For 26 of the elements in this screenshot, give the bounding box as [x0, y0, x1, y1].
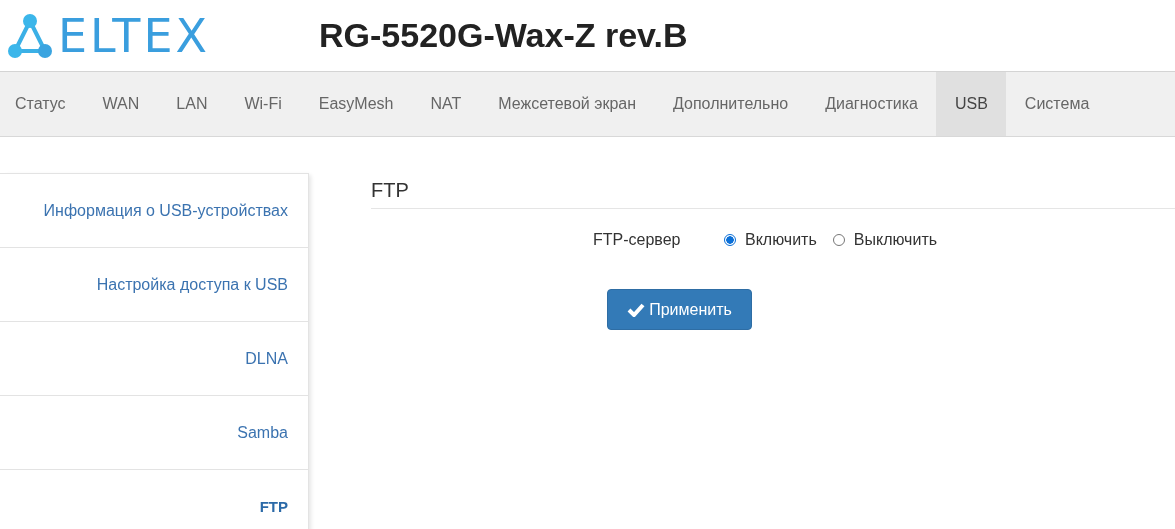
device-title: RG-5520G-Wax-Z rev.B — [319, 16, 688, 55]
nav-tab[interactable]: Межсетевой экран — [479, 72, 655, 136]
nav-tab[interactable]: NAT — [411, 72, 480, 136]
section-title: FTP — [371, 179, 1175, 209]
sidebar-link[interactable]: Samba — [237, 423, 288, 442]
logo-icon — [6, 12, 54, 59]
nav-tab[interactable]: Статус — [0, 72, 85, 136]
field-label: FTP-сервер — [593, 231, 682, 249]
radio-label: Включить — [745, 231, 817, 249]
radio-label: Выключить — [853, 231, 938, 249]
nav-tab[interactable]: Диагностика — [806, 72, 937, 136]
nav-tab[interactable]: Wi-Fi — [225, 72, 301, 136]
nav-tab[interactable]: Система — [1006, 72, 1108, 136]
nav-tab[interactable]: Дополнительно — [654, 72, 807, 136]
sidebar-link[interactable]: FTP — [259, 498, 288, 515]
check-icon — [627, 302, 646, 317]
nav-tab[interactable]: LAN — [157, 72, 226, 136]
apply-button[interactable]: Применить — [607, 289, 752, 330]
nav-tab[interactable]: WAN — [84, 72, 158, 136]
sidebar-link[interactable]: Настройка доступа к USB — [96, 275, 288, 294]
logo-wordmark: ELTEX — [58, 8, 211, 63]
nav-tab[interactable]: USB — [936, 72, 1007, 136]
sidebar-link[interactable]: DLNA — [245, 349, 288, 368]
nav-tab[interactable]: EasyMesh — [300, 72, 412, 136]
sidebar-link[interactable]: Информация о USB-устройствах — [43, 201, 288, 220]
radio-button[interactable] — [724, 234, 736, 246]
